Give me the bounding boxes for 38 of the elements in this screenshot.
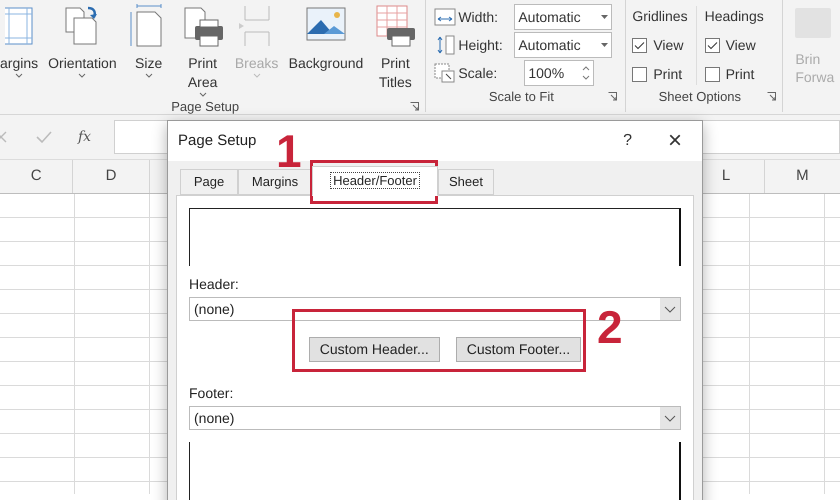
field-label: Width:: [458, 8, 500, 26]
ribbon-button[interactable]: Size: [126, 4, 171, 78]
column-header[interactable]: L: [722, 165, 730, 188]
column-header[interactable]: M: [796, 165, 809, 188]
group-label: Scale to Fit: [488, 88, 555, 106]
help-button[interactable]: ?: [623, 129, 632, 153]
dialog-button[interactable]: Custom Header...: [308, 337, 440, 362]
ribbon-button[interactable]: Orientation: [48, 4, 117, 78]
checkbox-label: View: [653, 36, 684, 55]
group-label: Sheet Options: [658, 88, 742, 106]
dialog-tab[interactable]: Sheet: [438, 169, 494, 195]
spinner-field[interactable]: 100%: [524, 60, 594, 86]
group-label: Page Setup: [170, 98, 240, 114]
insert-function-button[interactable]: fx: [78, 126, 92, 148]
ribbon-button[interactable]: Print Area: [180, 4, 225, 97]
column-header[interactable]: D: [106, 165, 116, 188]
column-header[interactable]: C: [30, 165, 42, 188]
checkbox-label: Print: [653, 65, 682, 84]
ribbon-button[interactable]: Background: [288, 4, 364, 73]
ribbon-button[interactable]: Print Titles: [373, 4, 418, 92]
field-label: Header:: [189, 275, 240, 294]
dialog-tab[interactable]: Page: [180, 169, 238, 195]
column-title: Gridlines: [632, 7, 688, 26]
checkbox-label: Print: [726, 65, 754, 84]
dropdown-field[interactable]: Automatic: [514, 4, 612, 30]
field-label: Height:: [458, 36, 504, 55]
field-label: Scale:: [458, 64, 498, 82]
close-button[interactable]: ×: [668, 129, 682, 153]
dropdown-field[interactable]: Automatic: [514, 32, 612, 58]
field-label: Footer:: [189, 384, 234, 403]
dialog-tab[interactable]: Header/Footer: [312, 166, 438, 196]
dialog-button[interactable]: Custom Footer...: [456, 337, 582, 362]
column-title: Headings: [704, 7, 764, 26]
ribbon-button[interactable]: argins: [0, 4, 38, 78]
footer-dropdown[interactable]: (none): [189, 406, 681, 430]
dialog-title: Page Setup: [178, 130, 256, 151]
checkbox-label: View: [726, 36, 756, 55]
dialog-tab[interactable]: Margins: [238, 169, 312, 195]
